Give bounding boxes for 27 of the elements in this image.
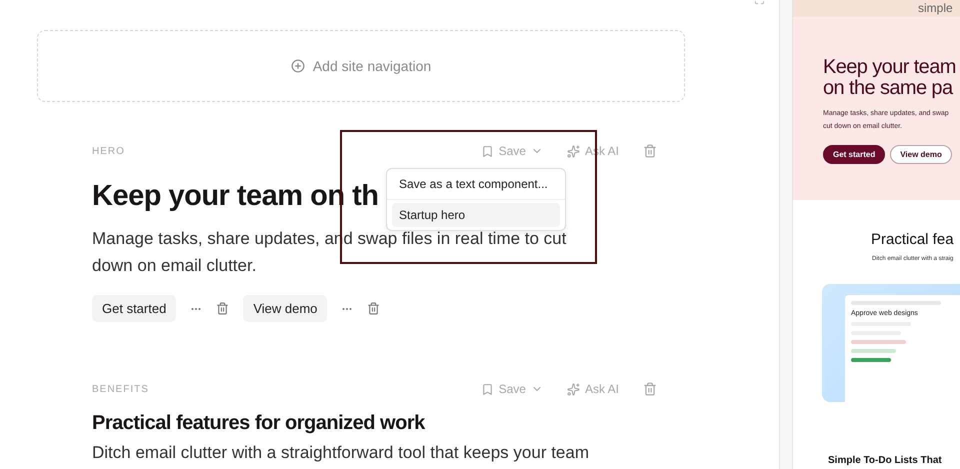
section-heading: Practical features for organized work xyxy=(92,412,425,435)
sparkle-icon xyxy=(566,144,580,158)
preview-heading: Keep your team xyxy=(823,57,957,78)
bookmark-icon xyxy=(480,144,494,158)
menu-item[interactable]: Save as a text component... xyxy=(392,172,560,196)
section-label: BENEFITS xyxy=(92,384,150,394)
trash-icon xyxy=(643,382,657,396)
sparkle-icon xyxy=(566,382,580,396)
preview-heading: on the same pa xyxy=(823,78,954,99)
link-button[interactable]: Get started xyxy=(92,295,176,322)
preview-section-heading: Practical fea xyxy=(871,231,955,248)
section-label: HERO xyxy=(92,146,126,156)
trash-icon xyxy=(643,144,657,158)
menu-item[interactable]: Startup hero xyxy=(392,203,560,227)
bookmark-icon xyxy=(480,382,494,396)
add-navigation-label: Add site navigation xyxy=(312,58,432,74)
preview-title: simple xyxy=(918,1,953,15)
link-button[interactable]: View demo xyxy=(243,295,328,322)
section-paragraph: Ditch email clutter with a straightforward tool that keeps your team xyxy=(92,442,590,464)
delete-icon[interactable] xyxy=(216,302,230,315)
delete-button[interactable] xyxy=(643,382,657,396)
get-started-button[interactable]: Get started xyxy=(823,145,886,164)
add-icon xyxy=(290,59,305,73)
view-demo-button[interactable]: View demo xyxy=(890,145,952,164)
preview-next-heading: Simple To-Do Lists That xyxy=(828,455,943,466)
delete-button[interactable] xyxy=(643,144,657,158)
delete-icon[interactable] xyxy=(367,302,380,315)
